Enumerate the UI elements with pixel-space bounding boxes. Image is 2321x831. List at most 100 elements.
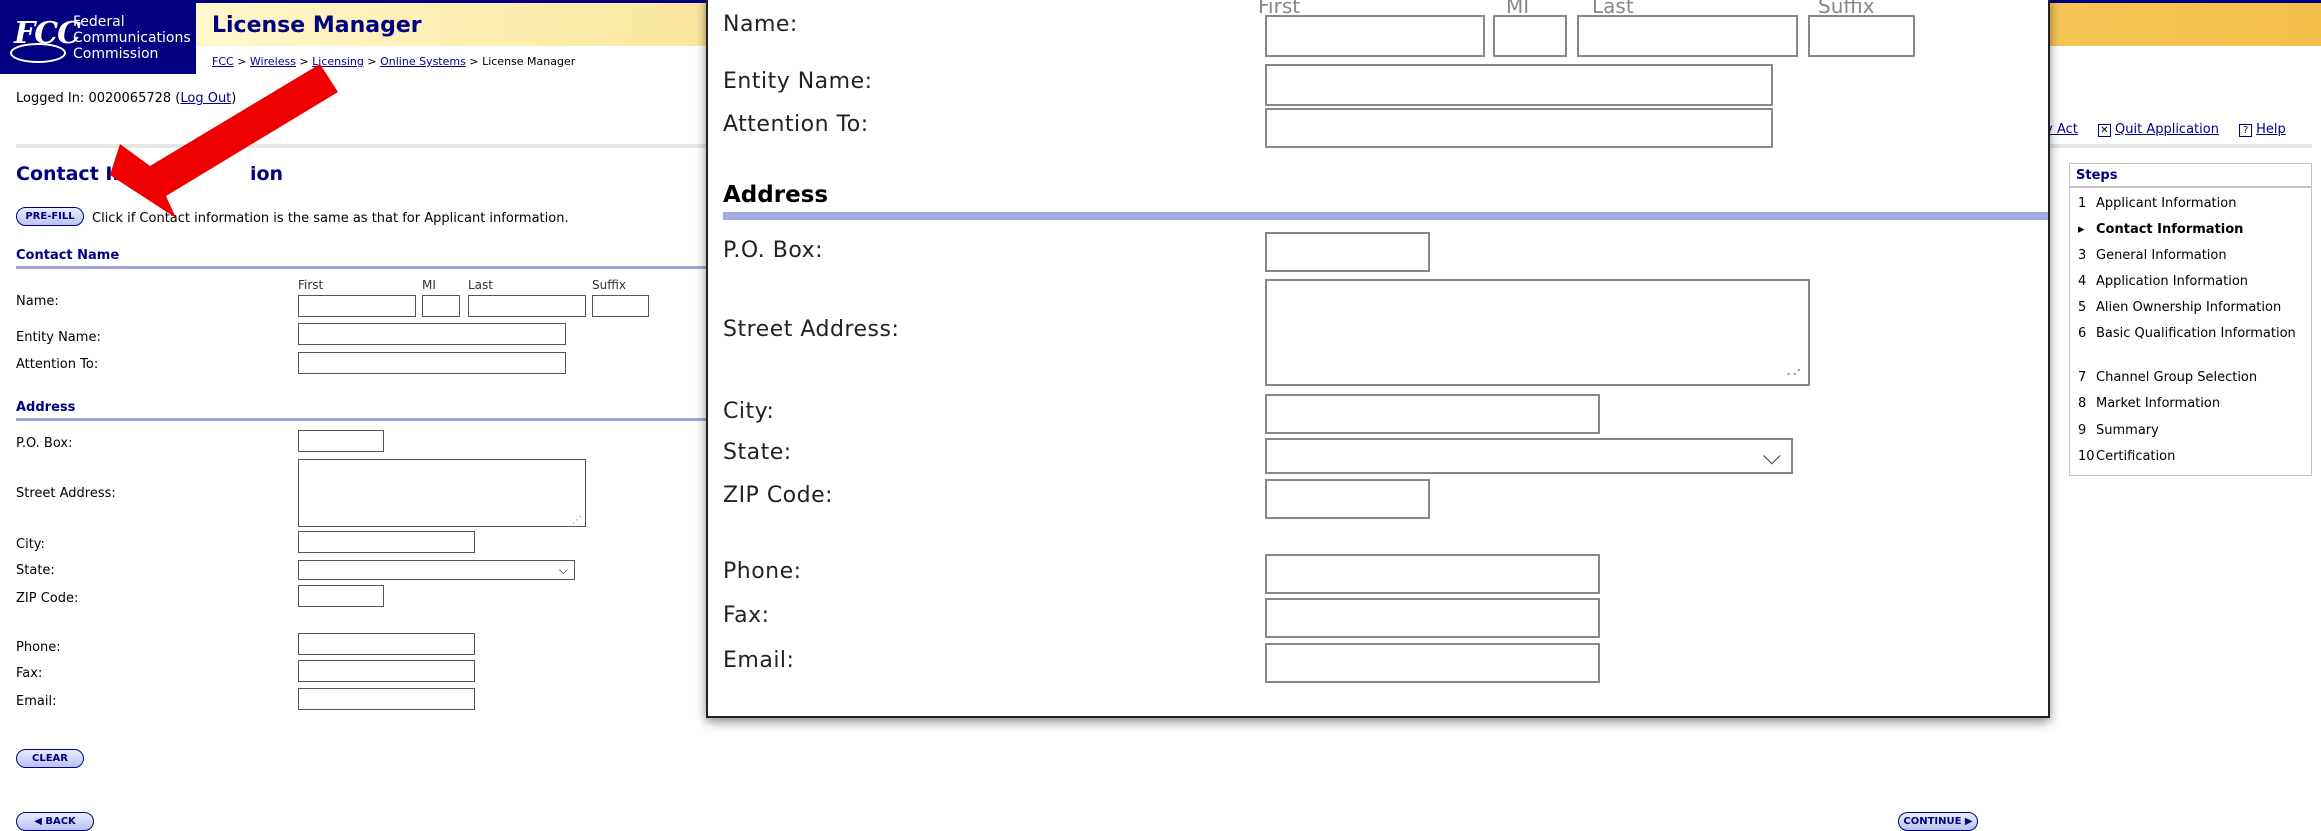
- zoom-attention-to-label: Attention To:: [723, 112, 869, 137]
- step-contact-information: ▸ Contact Information: [2078, 222, 2308, 238]
- zoom-email-label: Email:: [723, 648, 795, 673]
- entity-name-label: Entity Name:: [16, 330, 101, 345]
- first-sublabel: First: [298, 278, 324, 292]
- zoom-address-rule: [723, 212, 2048, 220]
- step-summary[interactable]: 9 Summary: [2078, 423, 2308, 439]
- po-box-field[interactable]: [298, 430, 384, 452]
- step-label: Basic Qualification Information: [2096, 326, 2296, 341]
- suffix-sublabel: Suffix: [592, 278, 626, 292]
- contact-name-rule: [16, 266, 706, 269]
- step-certification[interactable]: 10Certification: [2078, 449, 2308, 465]
- steps-divider: [2070, 186, 2311, 188]
- zoom-phone-label: Phone:: [723, 559, 802, 584]
- steps-panel: Steps 1 Applicant Information ▸ Contact In…: [2069, 163, 2312, 476]
- step-number: 9: [2078, 423, 2087, 438]
- mi-field[interactable]: [422, 295, 460, 317]
- help-link[interactable]: Help: [2256, 122, 2286, 137]
- step-label: Application Information: [2096, 274, 2249, 289]
- clear-button[interactable]: CLEAR: [16, 749, 84, 768]
- address-heading: Address: [16, 400, 76, 415]
- zip-code-field[interactable]: [298, 585, 384, 607]
- step-basic-qualification-information[interactable]: 6 Basic Qualification Information: [2078, 326, 2308, 342]
- continue-button[interactable]: CONTINUE ▶: [1898, 812, 1978, 831]
- zoom-city-label: City:: [723, 399, 775, 424]
- step-alien-ownership-information[interactable]: 5 Alien Ownership Information: [2078, 300, 2308, 316]
- x-icon: ✕: [2098, 124, 2111, 137]
- step-number: 1: [2078, 196, 2087, 211]
- fax-label: Fax:: [16, 666, 43, 681]
- question-icon: ?: [2239, 124, 2253, 137]
- resize-grip-icon[interactable]: ⋰: [572, 515, 582, 526]
- name-label: Name:: [16, 294, 59, 309]
- zoom-state-select[interactable]: ⌵: [1265, 438, 1793, 474]
- last-sublabel: Last: [468, 278, 493, 292]
- step-label: General Information: [2096, 248, 2227, 263]
- zoom-entity-name-field[interactable]: [1265, 64, 1773, 106]
- zoom-fax-label: Fax:: [723, 603, 770, 628]
- zoom-last-name-field[interactable]: [1577, 15, 1798, 57]
- zoom-callout: First MI Last Suffix Name: Entity Name: …: [706, 0, 2050, 718]
- zoom-street-address-textarea[interactable]: ⠠⠔: [1265, 279, 1810, 386]
- zoom-name-label: Name:: [723, 12, 798, 37]
- zoom-zip-code-label: ZIP Code:: [723, 483, 834, 508]
- step-number: 10: [2078, 449, 2095, 464]
- zoom-email-field[interactable]: [1265, 643, 1600, 683]
- zoom-state-label: State:: [723, 440, 792, 465]
- city-field[interactable]: [298, 531, 475, 553]
- phone-label: Phone:: [16, 640, 61, 655]
- phone-field[interactable]: [298, 633, 475, 655]
- zoom-entity-name-label: Entity Name:: [723, 69, 873, 94]
- quit-application-link[interactable]: Quit Application: [2115, 122, 2219, 137]
- entity-name-field[interactable]: [298, 323, 566, 345]
- top-links: acy Act ✕ Quit Application ? Help: [2030, 122, 2286, 137]
- zoom-address-heading: Address: [723, 182, 829, 208]
- step-market-information[interactable]: 8 Market Information: [2078, 396, 2308, 412]
- street-address-label: Street Address:: [16, 486, 116, 501]
- attention-to-field[interactable]: [298, 352, 566, 374]
- fax-field[interactable]: [298, 660, 475, 682]
- zoom-po-box-field[interactable]: [1265, 232, 1430, 272]
- zoom-city-field[interactable]: [1265, 394, 1600, 434]
- po-box-label: P.O. Box:: [16, 436, 73, 451]
- mi-sublabel: MI: [422, 278, 436, 292]
- email-field[interactable]: [298, 688, 475, 710]
- steps-heading: Steps: [2076, 168, 2118, 183]
- step-number: 8: [2078, 396, 2087, 411]
- email-label: Email:: [16, 694, 57, 709]
- zoom-attention-to-field[interactable]: [1265, 108, 1773, 148]
- step-application-information[interactable]: 4 Application Information: [2078, 274, 2308, 290]
- state-select[interactable]: ⌵: [298, 560, 575, 580]
- breadcrumb-sep: >: [469, 55, 479, 68]
- step-number: 5: [2078, 300, 2087, 315]
- zoom-phone-field[interactable]: [1265, 554, 1600, 594]
- zoom-po-box-label: P.O. Box:: [723, 238, 824, 263]
- step-number: 6: [2078, 326, 2087, 341]
- street-address-textarea[interactable]: ⋰: [298, 459, 586, 527]
- first-name-field[interactable]: [298, 295, 416, 317]
- chevron-down-icon: ⌵: [1762, 442, 1781, 470]
- state-label: State:: [16, 563, 55, 578]
- back-button[interactable]: ◀ BACK: [16, 812, 94, 831]
- chevron-down-icon: ⌵: [558, 563, 568, 577]
- red-pointer-arrow-icon: [110, 64, 338, 218]
- step-label: Channel Group Selection: [2096, 370, 2258, 385]
- zoom-mi-field[interactable]: [1493, 15, 1567, 57]
- step-number: 4: [2078, 274, 2087, 289]
- suffix-field[interactable]: [592, 295, 649, 317]
- attention-to-label: Attention To:: [16, 357, 99, 372]
- zoom-zip-code-field[interactable]: [1265, 479, 1430, 519]
- step-applicant-information[interactable]: 1 Applicant Information: [2078, 196, 2308, 212]
- step-number: 7: [2078, 370, 2087, 385]
- city-label: City:: [16, 537, 45, 552]
- step-channel-group-selection[interactable]: 7 Channel Group Selection: [2078, 370, 2308, 386]
- zoom-first-name-field[interactable]: [1265, 15, 1485, 57]
- address-rule: [16, 418, 706, 421]
- step-number: 3: [2078, 248, 2087, 263]
- zoom-fax-field[interactable]: [1265, 598, 1600, 638]
- zoom-suffix-field[interactable]: [1808, 15, 1915, 57]
- resize-grip-icon[interactable]: ⠠⠔: [1781, 364, 1802, 380]
- step-general-information[interactable]: 3 General Information: [2078, 248, 2308, 264]
- step-label: Contact Information: [2096, 222, 2244, 237]
- step-label: Applicant Information: [2096, 196, 2237, 211]
- last-name-field[interactable]: [468, 295, 586, 317]
